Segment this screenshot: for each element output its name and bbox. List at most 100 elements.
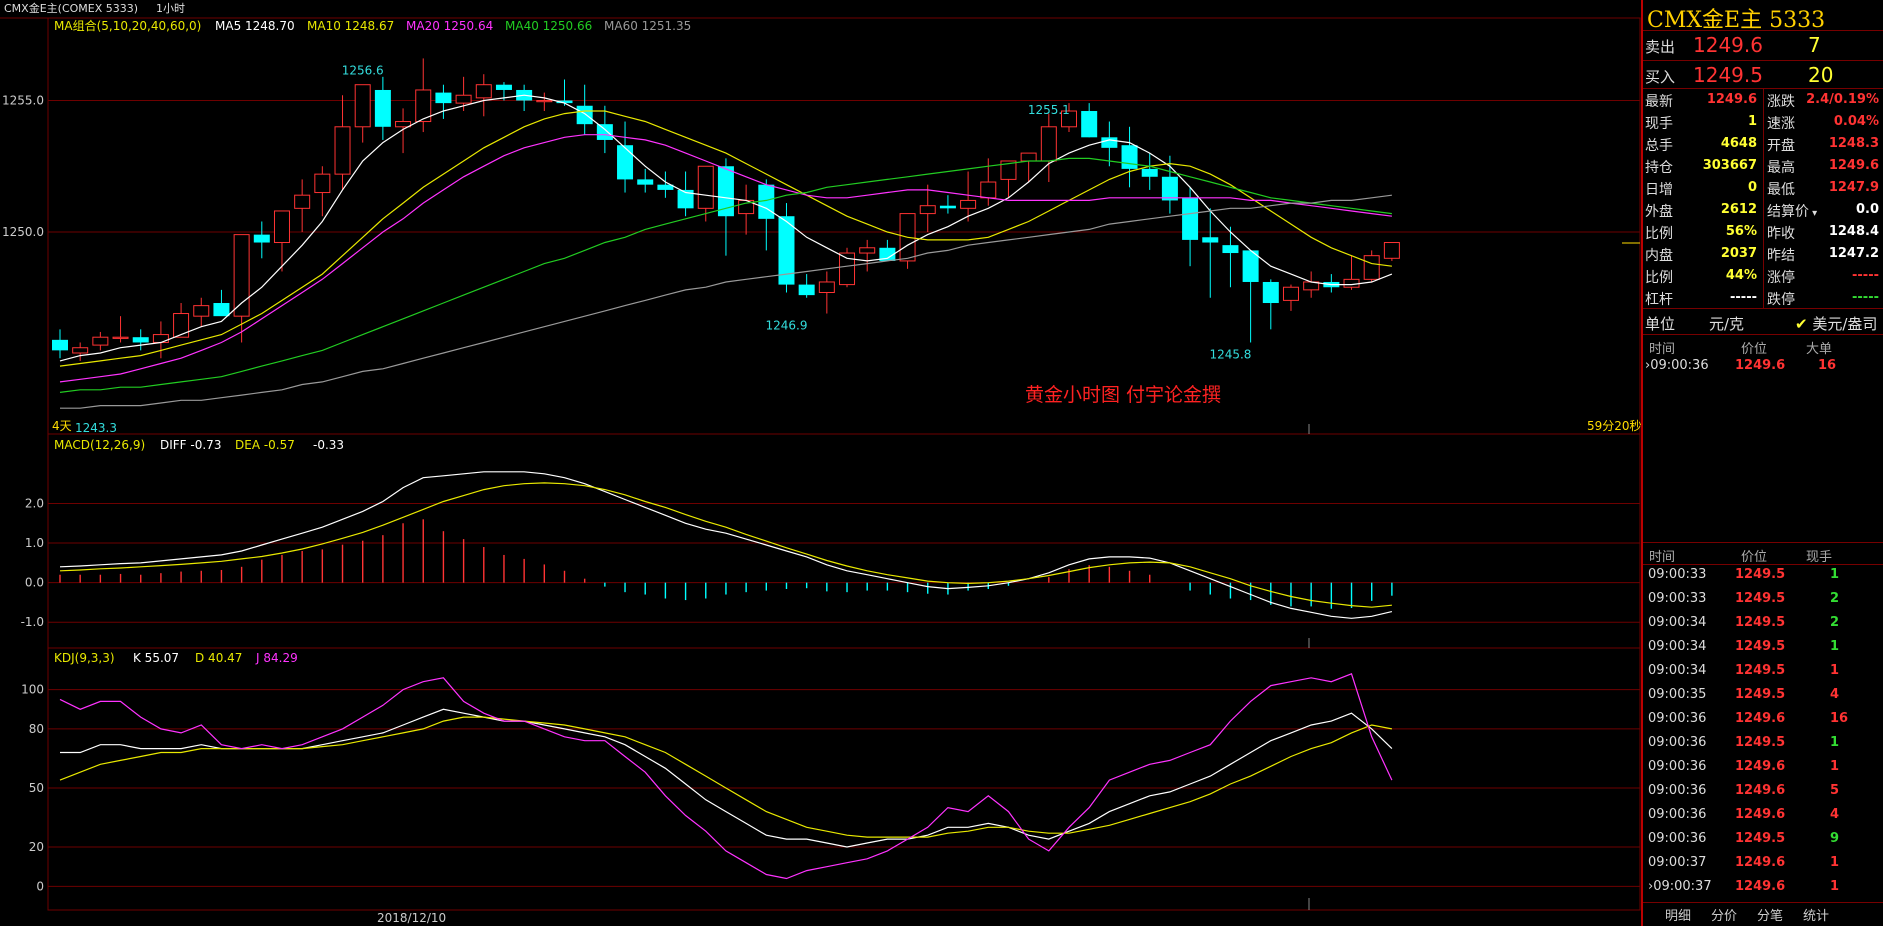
stat-label-left: 比例 [1645, 270, 1673, 286]
tick-volume: 4 [1830, 807, 1840, 822]
big-order-time: ›09:00:36 [1645, 358, 1709, 373]
stat-value-left: ----- [1730, 290, 1757, 305]
stat-label-left: 持仓 [1645, 160, 1673, 176]
tick-time: 09:00:35 [1648, 687, 1707, 702]
unit-label: 单位 [1645, 315, 1676, 333]
d-line [59, 716, 1393, 838]
big-order-head-vol: 大单 [1806, 342, 1833, 357]
tick-volume: 9 [1830, 831, 1840, 846]
stat-value-left: 2612 [1720, 202, 1757, 217]
tick-time: 09:00:34 [1648, 615, 1707, 630]
countdown-label: 59分20秒 [1587, 419, 1641, 433]
candle-body [1262, 281, 1279, 304]
stat-value-left: 2037 [1720, 246, 1757, 261]
tick-volume: 1 [1830, 639, 1840, 654]
diff-line [59, 471, 1393, 619]
panel-frame-1 [47, 433, 1641, 649]
candle-body [1121, 145, 1138, 169]
macd-legend-name[interactable]: MACD(12,26,9) [54, 438, 145, 452]
sell-volume: 7 [1808, 33, 1821, 57]
tab-3[interactable]: 统计 [1803, 905, 1829, 924]
chart-canvas[interactable]: 1250.0 1255.0 1256.6 1255.1 1246.9 1245.8 2.0… [0, 0, 1641, 926]
kdj-k-legend: K 55.07 [133, 651, 179, 665]
stat-label-left: 比例 [1645, 226, 1673, 242]
macd-dea-legend: DEA -0.57 [235, 438, 295, 452]
ma20-legend: MA20 1250.64 [406, 19, 493, 33]
stat-label-right: 跌停 [1767, 292, 1795, 308]
stat-value-right: 1249.6 [1828, 158, 1879, 173]
stat-label-left: 内盘 [1645, 248, 1673, 264]
candle-body [617, 145, 634, 180]
kdj-tick-label: 50 [29, 781, 44, 795]
ma40-legend: MA40 1250.66 [505, 19, 592, 33]
kdj-tick-label: 20 [29, 840, 44, 854]
sell-label: 卖出 [1645, 38, 1676, 56]
tick-time: 09:00:36 [1648, 831, 1707, 846]
ma-group-label[interactable]: MA组合(5,10,20,40,60,0) [54, 18, 201, 33]
candle-body [52, 339, 68, 351]
stat-label-right: 速涨 [1767, 116, 1795, 132]
ma60-legend: MA60 1251.35 [604, 19, 691, 33]
tick-price: 1249.5 [1735, 831, 1786, 846]
macd-chart: 2.0 1.0 0.0 -1.0 [21, 471, 1640, 629]
candle-body [919, 205, 936, 215]
big-order-head-price: 价位 [1741, 342, 1768, 357]
candle-body [859, 247, 876, 254]
stat-value-right: 0.04% [1833, 114, 1879, 129]
candle-body [1182, 197, 1199, 240]
tick-head-vol: 现手 [1806, 550, 1833, 565]
tick-time: 09:00:36 [1648, 783, 1707, 798]
tab-2[interactable]: 分笔 [1757, 905, 1783, 924]
candle-body [1161, 176, 1178, 201]
price-tick-label: 1255.0 [2, 93, 44, 107]
k-line [60, 708, 1393, 848]
unit-option-gram[interactable]: 元/克 [1709, 313, 1744, 334]
tick-price: 1249.5 [1735, 735, 1786, 750]
kdj-legend-name[interactable]: KDJ(9,3,3) [54, 651, 115, 665]
candle-body [596, 124, 613, 140]
panel-frame-2 [47, 647, 1641, 911]
stat-label-left: 最新 [1645, 94, 1673, 110]
stat-value-right: 1248.3 [1828, 136, 1879, 151]
big-order-head-time: 时间 [1649, 342, 1676, 357]
kdj-tick-label: 0 [36, 879, 44, 893]
stat-value-right: 1247.2 [1828, 246, 1879, 261]
candle-body [435, 92, 452, 104]
extreme-price-label: 1246.9 [765, 319, 807, 333]
tick-price: 1249.5 [1735, 567, 1786, 582]
dropdown-icon[interactable]: ▾ [1809, 208, 1817, 219]
tick-time: 09:00:36 [1648, 711, 1707, 726]
tick-volume: 2 [1830, 591, 1840, 606]
candle-body [72, 347, 89, 354]
candle-body [173, 313, 190, 338]
candle-body [132, 337, 149, 343]
candle-body [112, 336, 129, 339]
tick-time: ›09:00:37 [1648, 879, 1712, 894]
tick-price: 1249.5 [1735, 639, 1786, 654]
period-selector[interactable]: 1小时 [156, 2, 185, 15]
extreme-price-label: 1256.6 [342, 63, 384, 77]
tab-0[interactable]: 明细 [1665, 905, 1691, 924]
sell-price: 1249.6 [1693, 33, 1763, 57]
candle-body [1343, 278, 1360, 288]
tick-volume: 5 [1830, 783, 1840, 798]
stat-label-left: 杠杆 [1645, 292, 1673, 308]
stat-label-right: 结算价 ▾ [1767, 204, 1818, 220]
stat-value-left: 1 [1747, 114, 1757, 129]
unit-option-ounce[interactable]: ✔ 美元/盎司 [1795, 313, 1877, 334]
tab-1[interactable]: 分价 [1711, 905, 1737, 924]
macd-tick-label: -1.0 [21, 615, 44, 629]
tick-head-price: 价位 [1741, 550, 1768, 565]
candlestick-chart: 1250.0 1255.0 1256.6 1255.1 1246.9 1245.8 [2, 58, 1640, 409]
candle-body [314, 173, 331, 194]
stat-label-left: 总手 [1645, 138, 1673, 154]
candle-body [1222, 245, 1239, 254]
stat-value-right: ----- [1852, 268, 1879, 283]
buy-label: 买入 [1645, 68, 1676, 86]
tick-time: 09:00:36 [1648, 735, 1707, 750]
candle-body [334, 126, 351, 175]
tick-time: 09:00:37 [1648, 855, 1707, 870]
candle-body [374, 89, 391, 127]
candle-body [1081, 111, 1098, 138]
tick-price: 1249.6 [1735, 711, 1786, 726]
